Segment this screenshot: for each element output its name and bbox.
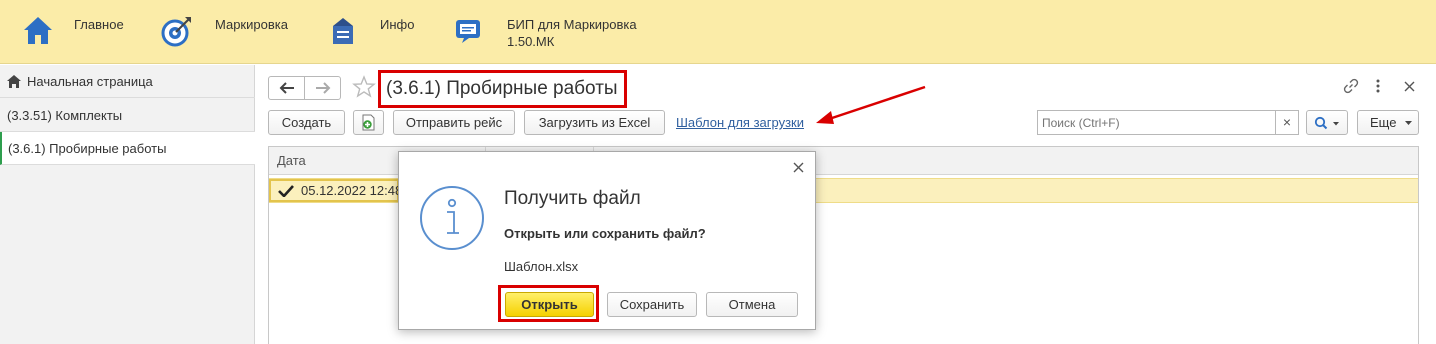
add-from-file-button[interactable] <box>353 110 384 135</box>
target-icon <box>161 17 191 47</box>
close-icon[interactable] <box>793 162 804 173</box>
create-button[interactable]: Создать <box>268 110 345 135</box>
arrow-right-icon <box>316 82 331 94</box>
nav-item-label: Начальная страница <box>27 74 153 89</box>
section-label: Маркировка <box>215 17 288 32</box>
section-label: Инфо <box>380 17 415 32</box>
more-vertical-icon[interactable] <box>1374 78 1382 94</box>
section-label: Главное <box>74 17 124 32</box>
nav-item-label: (3.6.1) Пробирные работы <box>8 141 167 156</box>
open-windows-panel: Начальная страница (3.3.51) Комплекты (3… <box>0 65 255 344</box>
info-box-icon <box>333 18 353 44</box>
column-header-date[interactable]: Дата <box>269 147 306 175</box>
save-button[interactable]: Сохранить <box>607 292 697 317</box>
search-box: × <box>1037 110 1299 135</box>
cancel-button[interactable]: Отмена <box>706 292 798 317</box>
load-from-excel-button[interactable]: Загрузить из Excel <box>524 110 665 135</box>
more-actions-button[interactable]: Еще <box>1357 110 1419 135</box>
checkmark-icon <box>278 185 294 197</box>
document-add-icon <box>362 114 375 131</box>
section-info[interactable]: Инфо <box>330 0 430 64</box>
info-icon <box>420 186 484 250</box>
send-trip-button[interactable]: Отправить рейс <box>393 110 515 135</box>
favorite-star-icon[interactable] <box>352 75 376 99</box>
form-title: (3.6.1) Пробирные работы <box>386 78 618 99</box>
dialog-question: Открыть или сохранить файл? <box>504 226 706 241</box>
search-icon <box>1314 116 1339 130</box>
dialog-title: Получить файл <box>504 188 641 209</box>
nav-item-assay-works[interactable]: (3.6.1) Пробирные работы <box>0 132 255 165</box>
section-main[interactable]: Главное <box>18 0 148 64</box>
section-bip[interactable]: БИП для Маркировка 1.50.МК <box>450 0 670 64</box>
chevron-down-icon <box>1405 121 1412 125</box>
row-date: 05.12.2022 12:48 <box>301 183 403 198</box>
dialog-filename: Шаблон.xlsx <box>504 259 579 274</box>
clear-search-button[interactable]: × <box>1275 111 1298 134</box>
link-icon[interactable] <box>1343 78 1359 94</box>
section-marking[interactable]: Маркировка <box>160 0 310 64</box>
nav-item-home-page[interactable]: Начальная страница <box>0 65 255 98</box>
template-download-link[interactable]: Шаблон для загрузки <box>676 115 804 130</box>
section-label: БИП для Маркировка 1.50.МК <box>507 17 637 49</box>
home-icon <box>24 17 52 44</box>
nav-item-kits[interactable]: (3.3.51) Комплекты <box>0 99 255 132</box>
forward-button[interactable] <box>304 76 341 100</box>
more-label: Еще <box>1370 115 1397 130</box>
search-options-button[interactable] <box>1306 110 1348 135</box>
search-input[interactable] <box>1038 111 1276 134</box>
back-button[interactable] <box>268 76 305 100</box>
close-icon[interactable] <box>1404 81 1415 92</box>
home-icon <box>7 74 21 88</box>
nav-item-label: (3.3.51) Комплекты <box>7 108 123 123</box>
get-file-dialog: Получить файл Открыть или сохранить файл… <box>398 151 816 330</box>
open-button-highlight-frame <box>498 285 599 322</box>
arrow-left-icon <box>279 82 294 94</box>
sections-panel: Главное Маркировка Инфо БИП для Маркиров… <box>0 0 1436 64</box>
chat-icon <box>456 20 480 43</box>
